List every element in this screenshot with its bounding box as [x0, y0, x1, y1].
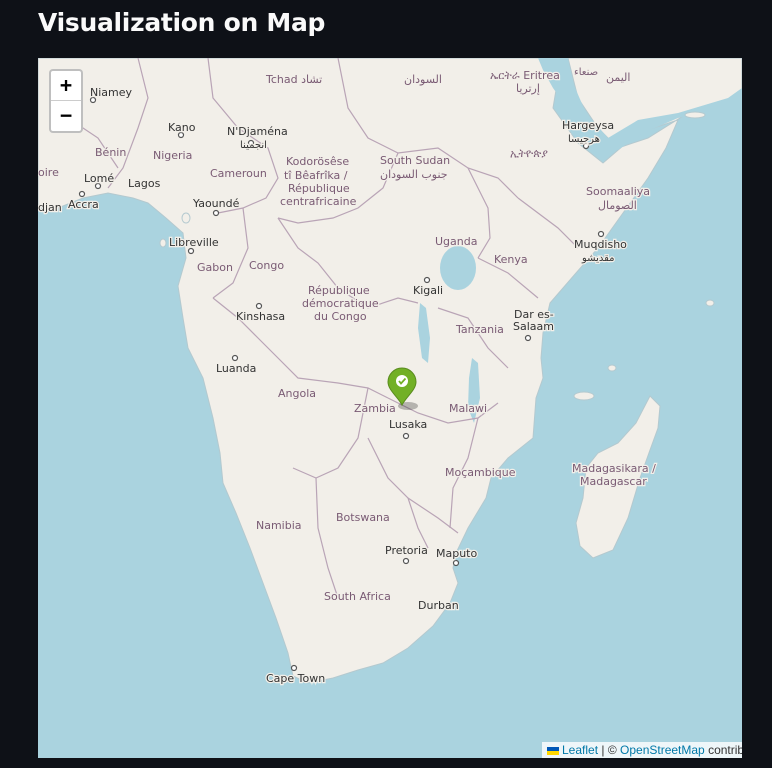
leaflet-link[interactable]: Leaflet: [562, 743, 598, 757]
label: Libreville: [169, 236, 219, 249]
label: République: [288, 182, 350, 195]
label: Tchad تشاد: [265, 73, 322, 86]
zoom-control: + −: [49, 69, 83, 133]
label: Yaoundé: [192, 197, 240, 210]
label: Kodorösêse: [286, 155, 349, 168]
label: Lomé: [84, 172, 114, 185]
map-attribution: Leaflet | © OpenStreetMap contributors: [542, 742, 742, 758]
label: ኤርትራ Eritrea: [490, 69, 560, 82]
label: صنعاء: [574, 67, 598, 78]
label: Tanzania: [455, 323, 504, 336]
label: Cameroun: [210, 167, 267, 180]
label: Zambia: [354, 402, 396, 415]
label: مقديشو: [581, 253, 615, 264]
ukraine-flag-icon: [547, 746, 559, 755]
label: démocratique: [302, 297, 379, 310]
label: Moçambique: [445, 466, 516, 479]
label: Kinshasa: [236, 310, 285, 323]
label: الصومال: [598, 199, 637, 212]
label: اليمن: [606, 71, 630, 84]
label: Kano: [168, 121, 196, 134]
label: Cape Town: [266, 672, 325, 685]
label: Nigeria: [153, 149, 192, 162]
label: Hargeysa: [562, 119, 614, 132]
label: centrafricaine: [280, 195, 357, 208]
label: Kenya: [494, 253, 528, 266]
label: Angola: [278, 387, 316, 400]
label: Botswana: [336, 511, 390, 524]
lake-victoria: [440, 246, 476, 290]
label: Maputo: [436, 547, 477, 560]
label: Namibia: [256, 519, 302, 532]
label: Soomaaliya: [586, 185, 650, 198]
label: Accra: [68, 198, 99, 211]
label: Uganda: [435, 235, 477, 248]
label: Gabon: [197, 261, 233, 274]
label: Salaam: [513, 320, 554, 333]
osm-link[interactable]: OpenStreetMap: [620, 743, 705, 757]
label: Lusaka: [389, 418, 427, 431]
label: djan: [38, 201, 62, 214]
label: N'Djaména: [227, 125, 288, 138]
attribution-contributors: contributors: [708, 743, 742, 757]
check-circle-icon: [396, 375, 408, 387]
label: Muqdisho: [574, 238, 627, 251]
label: Niamey: [90, 86, 133, 99]
label: Malawi: [449, 402, 487, 415]
label: Congo: [249, 259, 284, 272]
label: Bénin: [95, 146, 126, 159]
label: إرتريا: [516, 82, 540, 95]
label: South Africa: [324, 590, 391, 603]
attribution-separator: | ©: [601, 743, 617, 757]
label: Lagos: [128, 177, 161, 190]
zoom-in-button[interactable]: +: [51, 71, 81, 101]
page-title: Visualization on Map: [38, 8, 326, 37]
label: République: [308, 284, 370, 297]
label: ኢትዮጵያ: [510, 147, 548, 160]
label: tî Bêafrîka /: [284, 169, 348, 182]
label: Madagasikara /: [572, 462, 656, 475]
map-tiles[interactable]: Tchad تشاد السودان ኤርትራ Eritrea إرتريا ص…: [38, 58, 742, 758]
label: du Congo: [314, 310, 367, 323]
map-container[interactable]: Tchad تشاد السودان ኤርትራ Eritrea إرتريا ص…: [38, 58, 742, 758]
label: Durban: [418, 599, 459, 612]
label: هرجيسا: [568, 134, 600, 145]
label: Luanda: [216, 362, 256, 375]
label: oire: [38, 166, 59, 179]
label: Kigali: [413, 284, 443, 297]
label: جنوب السودان: [380, 168, 448, 181]
label: انجمينا: [240, 140, 267, 151]
label: السودان: [404, 73, 442, 86]
zoom-out-button[interactable]: −: [51, 101, 81, 131]
label: Pretoria: [385, 544, 428, 557]
label: South Sudan: [380, 154, 450, 167]
label: Madagascar: [580, 475, 647, 488]
